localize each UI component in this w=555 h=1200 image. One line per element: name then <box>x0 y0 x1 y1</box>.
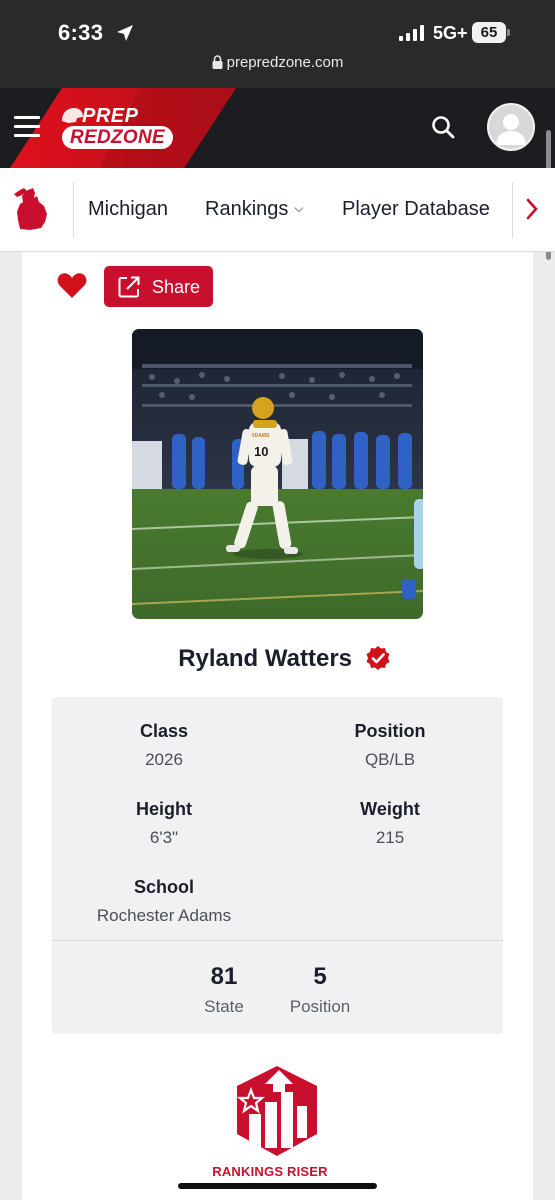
logo-helmet-icon <box>62 108 83 123</box>
share-label: Share <box>152 277 201 297</box>
height-value: 6'3" <box>149 828 179 847</box>
address-bar[interactable]: prepredzone.com <box>0 54 555 71</box>
status-bar: 6:33 5G+ 65 prepredzone.com <box>0 0 555 88</box>
share-button[interactable]: Share <box>104 266 213 307</box>
rankings-riser-label: RANKINGS RISER <box>212 1164 328 1179</box>
signal-icon <box>399 25 424 41</box>
network-label: 5G+ <box>433 23 468 43</box>
battery-level: 65 <box>472 22 506 43</box>
heart-icon[interactable] <box>57 272 87 299</box>
url-text: prepredzone.com <box>226 54 344 71</box>
school-value: Rochester Adams <box>96 906 232 925</box>
class-value: 2026 <box>145 750 183 769</box>
player-info-box: Class 2026 Position QB/LB Height 6'3" We… <box>52 697 503 1034</box>
status-time: 6:33 <box>58 20 104 45</box>
state-rank-value: 81 <box>210 963 238 990</box>
user-avatar[interactable] <box>487 103 535 151</box>
rankings-riser-badge-icon <box>236 1066 317 1156</box>
weight-value: 215 <box>375 828 405 847</box>
nav-item-rankings-label: Rankings <box>205 198 289 220</box>
nav-bar: Michigan Rankings ⌵ Player Database <box>0 168 555 252</box>
user-silhouette-icon <box>496 114 526 145</box>
verified-badge-icon <box>366 646 390 670</box>
state-rank-label: State <box>204 997 244 1016</box>
nav-item-rankings[interactable]: Rankings ⌵ <box>205 198 304 221</box>
nav-item-michigan[interactable]: Michigan <box>88 198 168 221</box>
site-logo[interactable]: PREP REDZONE <box>56 104 181 152</box>
class-label: Class <box>139 721 189 741</box>
position-value: QB/LB <box>364 750 416 769</box>
battery-icon: 65 <box>472 22 510 43</box>
player-profile-card: Share 10 ADAMS Ryland Watters Class 2026… <box>22 252 533 1200</box>
logo-text-redzone: REDZONE <box>62 126 173 149</box>
external-link-icon <box>118 276 140 298</box>
location-arrow-icon <box>117 25 133 41</box>
school-label: School <box>133 877 194 897</box>
michigan-state-icon[interactable] <box>14 186 50 232</box>
search-icon[interactable] <box>431 115 455 139</box>
chevron-right-icon[interactable] <box>522 194 542 224</box>
hamburger-menu-icon[interactable] <box>14 116 40 138</box>
logo-text-prep: PREP <box>82 105 139 127</box>
player-name: Ryland Watters <box>178 645 352 672</box>
weight-label: Weight <box>360 799 420 819</box>
home-indicator <box>178 1183 377 1189</box>
nav-item-player-database[interactable]: Player Database <box>342 198 490 221</box>
position-rank-label: Position <box>289 997 351 1016</box>
chevron-down-icon: ⌵ <box>294 201 304 215</box>
height-label: Height <box>136 799 192 819</box>
player-photo: 10 ADAMS <box>132 329 423 619</box>
jersey-team-text: ADAMS <box>251 433 270 439</box>
jersey-number: 10 <box>254 444 268 459</box>
position-rank-value: 5 <box>313 963 327 990</box>
divider <box>52 940 503 941</box>
lock-icon <box>212 55 223 69</box>
site-header: PREP REDZONE <box>0 88 555 168</box>
position-label: Position <box>354 721 426 741</box>
